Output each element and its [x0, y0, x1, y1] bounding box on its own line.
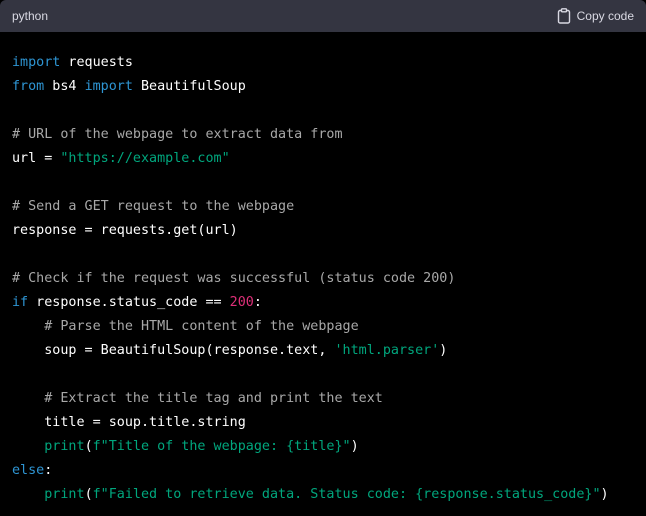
- code-token: import: [12, 55, 61, 70]
- code-token: url =: [12, 151, 61, 166]
- code-token: (: [84, 487, 93, 502]
- code-token: print: [44, 439, 85, 454]
- code-token: from: [12, 79, 45, 94]
- code-token: ): [350, 439, 359, 454]
- code-token: soup = BeautifulSoup(response.text,: [12, 343, 335, 358]
- code-line: # Parse the HTML content of the webpage: [12, 315, 634, 339]
- code-line: title = soup.title.string: [12, 411, 634, 435]
- code-line: print(f"Failed to retrieve data. Status …: [12, 483, 634, 507]
- code-token: (: [84, 439, 93, 454]
- code-token: requests: [60, 55, 133, 70]
- copy-code-label: Copy code: [576, 9, 634, 23]
- code-token: title = soup.title.string: [12, 415, 246, 430]
- code-token: else: [12, 463, 45, 478]
- code-header: python Copy code: [0, 0, 646, 32]
- code-token: if: [12, 295, 29, 310]
- code-token: # Parse the HTML content of the webpage: [44, 319, 359, 334]
- code-line: # Check if the request was successful (s…: [12, 267, 634, 291]
- code-line: import requests: [12, 51, 634, 75]
- code-token: # Extract the title tag and print the te…: [44, 391, 383, 406]
- code-token: BeautifulSoup: [132, 79, 246, 94]
- copy-code-button[interactable]: Copy code: [557, 8, 634, 24]
- code-line: if response.status_code == 200:: [12, 291, 634, 315]
- code-token: import: [84, 79, 133, 94]
- code-token: bs4: [44, 79, 85, 94]
- code-token: # Check if the request was successful (s…: [12, 271, 456, 286]
- code-token: # Send a GET request to the webpage: [12, 199, 295, 214]
- code-token: 'html.parser': [334, 343, 440, 358]
- code-token: response = requests.get(url): [12, 223, 238, 238]
- code-line: # Extract the title tag and print the te…: [12, 387, 634, 411]
- code-token: 200: [229, 295, 254, 310]
- code-block: python Copy code import requests from bs4…: [0, 0, 646, 516]
- code-token: f"Title of the webpage: {title}": [92, 439, 351, 454]
- clipboard-icon: [557, 8, 571, 24]
- code-token: ): [439, 343, 448, 358]
- code-token: ): [600, 487, 609, 502]
- code-token: f"Failed to retrieve data. Status code: …: [92, 487, 601, 502]
- code-line: # URL of the webpage to extract data fro…: [12, 123, 634, 147]
- code-token: "https://example.com": [60, 151, 230, 166]
- code-line: response = requests.get(url): [12, 219, 634, 243]
- code-line: from bs4 import BeautifulSoup: [12, 75, 634, 99]
- code-line: else:: [12, 459, 634, 483]
- code-line: soup = BeautifulSoup(response.text, 'htm…: [12, 339, 634, 363]
- language-label: python: [12, 9, 49, 23]
- code-token: response.status_code ==: [28, 295, 230, 310]
- code-content: import requests from bs4 import Beautiful…: [0, 32, 646, 507]
- code-token: :: [253, 295, 262, 310]
- code-token: :: [44, 463, 53, 478]
- code-line: url = "https://example.com": [12, 147, 634, 171]
- code-line: print(f"Title of the webpage: {title}"): [12, 435, 634, 459]
- code-token: print: [44, 487, 85, 502]
- code-token: # URL of the webpage to extract data fro…: [12, 127, 343, 142]
- code-line: # Send a GET request to the webpage: [12, 195, 634, 219]
